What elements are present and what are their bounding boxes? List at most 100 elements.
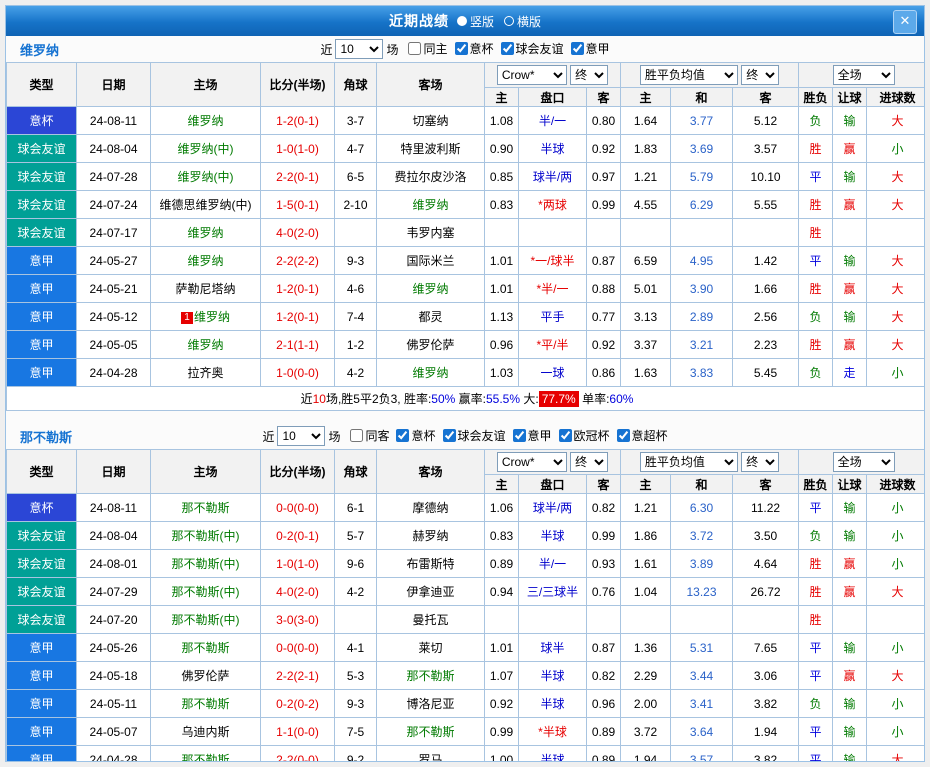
match-score: 2-2(2-2) bbox=[260, 246, 335, 275]
checkbox-input[interactable] bbox=[570, 42, 584, 55]
mean-state-select[interactable]: 终 bbox=[741, 452, 780, 472]
checkbox-input[interactable] bbox=[512, 429, 526, 442]
radio-vertical-layout[interactable]: 竖版 bbox=[456, 13, 494, 30]
away-team: 伊拿迪亚 bbox=[376, 577, 485, 606]
mean-away: 26.72 bbox=[732, 577, 800, 606]
near-label: 近 bbox=[262, 429, 275, 444]
away-team-name: 伊拿迪亚 bbox=[406, 585, 455, 599]
mean-select-group: 胜平负均值 终 bbox=[620, 449, 800, 475]
asia-result-flag: 赢 bbox=[832, 190, 868, 219]
away-team-name: 韦罗内塞 bbox=[406, 226, 455, 240]
odds-company-select[interactable]: Crow* bbox=[496, 65, 567, 85]
odds-home: 0.96 bbox=[484, 330, 519, 359]
mean-away: 5.12 bbox=[732, 106, 800, 135]
away-team: 都灵 bbox=[376, 302, 485, 331]
filter-checkbox[interactable]: 欧冠杯 bbox=[558, 427, 610, 444]
handicap-line: 半/一 bbox=[518, 106, 587, 135]
filter-checkbox[interactable]: 球会友谊 bbox=[500, 40, 564, 57]
odds-state-select[interactable]: 终 bbox=[570, 65, 609, 85]
home-team-name: 维德思维罗纳(中) bbox=[159, 198, 252, 212]
mean-home: 5.01 bbox=[620, 274, 672, 303]
results-table: 类型 日期 主场 比分(半场) 角球 客场 Crow* 终 胜平负均值 终 全场… bbox=[6, 62, 924, 387]
result-flag: 胜 bbox=[798, 605, 834, 634]
col-odds-home: 主 bbox=[484, 87, 519, 107]
home-team: 1 维罗纳 bbox=[150, 302, 261, 331]
mean-state-select[interactable]: 终 bbox=[741, 65, 780, 85]
result-flag: 平 bbox=[798, 717, 834, 746]
result-flag: 平 bbox=[798, 633, 834, 662]
home-team-name: 那不勒斯 bbox=[181, 753, 230, 762]
summary-bar: 近 10 场,胜5平2负3, 胜率: 50% 赢率: 55.5% 大: 77.7% 单率:… bbox=[6, 387, 924, 411]
recent-count-select[interactable]: 10 bbox=[277, 426, 326, 446]
away-team: 国际米兰 bbox=[376, 246, 485, 275]
summary-segment: 赢率: bbox=[455, 392, 486, 406]
odds-company-select[interactable]: Crow* bbox=[496, 452, 567, 472]
filter-checkbox[interactable]: 意杯 bbox=[454, 40, 494, 57]
match-score: 2-2(0-1) bbox=[260, 162, 335, 191]
close-icon[interactable]: ✕ bbox=[893, 10, 917, 34]
radio-horizontal-layout[interactable]: 横版 bbox=[504, 13, 541, 30]
checkbox-input[interactable] bbox=[442, 429, 456, 442]
filter-checkbox[interactable]: 意甲 bbox=[570, 40, 610, 57]
odds-home: 0.94 bbox=[484, 577, 519, 606]
home-team: 维罗纳 bbox=[150, 330, 261, 359]
mean-away: 3.57 bbox=[732, 134, 800, 163]
match-score: 2-1(1-1) bbox=[260, 330, 335, 359]
match-score: 1-2(0-1) bbox=[260, 274, 335, 303]
checkbox-input[interactable] bbox=[408, 42, 422, 55]
goals-result-flag bbox=[866, 218, 924, 247]
scope-select[interactable]: 全场 bbox=[832, 452, 895, 472]
checkbox-input[interactable] bbox=[558, 429, 572, 442]
checkbox-label: 同主 bbox=[423, 42, 448, 56]
mean-draw: 6.30 bbox=[670, 493, 734, 522]
away-team-name: 国际米兰 bbox=[406, 254, 455, 268]
home-team-name: 维罗纳 bbox=[193, 310, 230, 324]
filter-checkbox[interactable]: 意超杯 bbox=[616, 427, 668, 444]
mean-away: 5.45 bbox=[732, 358, 800, 387]
match-score: 0-0(0-0) bbox=[260, 633, 335, 662]
team-section-napoli: 那不勒斯 近 10 场 同客 意杯 球会友谊 意甲 欧冠杯 意超杯 类型 日期 … bbox=[6, 423, 924, 762]
mean-type-select[interactable]: 胜平负均值 bbox=[639, 452, 738, 472]
handicap-line: 半球 bbox=[518, 134, 587, 163]
goals-result-flag: 小 bbox=[866, 549, 924, 578]
scope-select[interactable]: 全场 bbox=[832, 65, 895, 85]
away-team-name: 特里波利斯 bbox=[400, 142, 461, 156]
mean-type-select[interactable]: 胜平负均值 bbox=[639, 65, 738, 85]
match-score: 3-0(3-0) bbox=[260, 605, 335, 634]
home-team-name: 那不勒斯(中) bbox=[171, 585, 240, 599]
recent-count-select[interactable]: 10 bbox=[335, 39, 384, 59]
odds-state-select[interactable]: 终 bbox=[570, 452, 609, 472]
checkbox-input[interactable] bbox=[350, 429, 364, 442]
odds-away: 0.82 bbox=[585, 493, 622, 522]
mean-draw: 3.21 bbox=[670, 330, 734, 359]
filter-checkbox[interactable]: 同客 bbox=[350, 427, 389, 444]
match-score: 4-0(2-0) bbox=[260, 218, 335, 247]
mean-draw: 3.57 bbox=[670, 745, 734, 761]
mean-away bbox=[732, 218, 800, 247]
filter-checkbox[interactable]: 意杯 bbox=[396, 427, 436, 444]
result-flag: 胜 bbox=[798, 330, 834, 359]
match-score: 1-0(0-0) bbox=[260, 358, 335, 387]
checkbox-input[interactable] bbox=[454, 42, 468, 55]
mean-draw bbox=[670, 605, 734, 634]
filter-checkbox[interactable]: 同主 bbox=[408, 40, 448, 57]
col-odds-away: 客 bbox=[585, 474, 622, 494]
checkbox-input[interactable] bbox=[396, 429, 410, 442]
match-date: 24-07-17 bbox=[76, 218, 151, 247]
col-mean-away: 客 bbox=[732, 87, 800, 107]
checkbox-label: 意杯 bbox=[469, 42, 494, 56]
checkbox-input[interactable] bbox=[616, 429, 630, 442]
asia-result-flag: 输 bbox=[832, 717, 868, 746]
corner-count: 4-2 bbox=[334, 577, 377, 606]
match-date: 24-05-26 bbox=[76, 633, 151, 662]
odds-away: 0.92 bbox=[585, 134, 622, 163]
layout-radio-group: 竖版 横版 bbox=[456, 13, 541, 30]
match-date: 24-05-27 bbox=[76, 246, 151, 275]
mean-draw: 3.44 bbox=[670, 661, 734, 690]
filter-checkbox[interactable]: 意甲 bbox=[512, 427, 552, 444]
filter-checkbox[interactable]: 球会友谊 bbox=[442, 427, 506, 444]
section-header: 那不勒斯 近 10 场 同客 意杯 球会友谊 意甲 欧冠杯 意超杯 bbox=[6, 423, 924, 449]
odds-away: 0.80 bbox=[585, 106, 622, 135]
odds-home: 1.01 bbox=[484, 274, 519, 303]
checkbox-input[interactable] bbox=[500, 42, 514, 55]
